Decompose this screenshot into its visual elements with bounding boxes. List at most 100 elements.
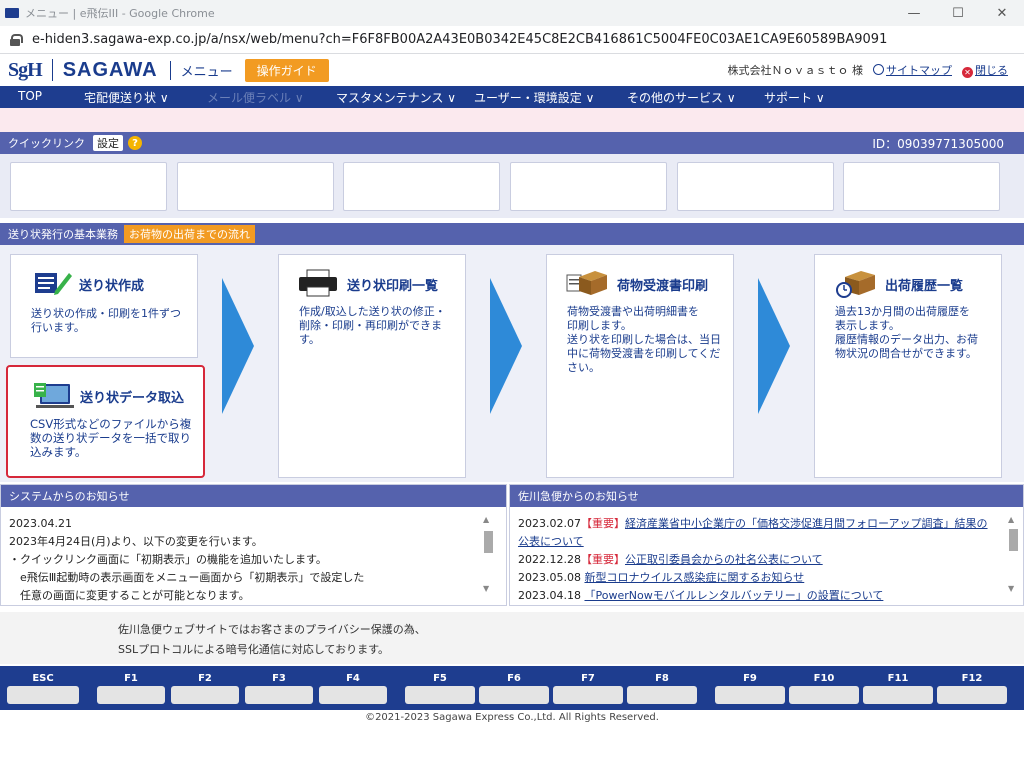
fkey-f2[interactable]: F2 <box>168 666 242 710</box>
document-edit-icon <box>35 273 72 295</box>
fkey-button[interactable] <box>553 686 623 704</box>
notice-item: 2023.02.07【重要】経済産業省中小企業庁の「価格交渉促進月間フォローアッ… <box>518 515 988 551</box>
quicklink-slot[interactable] <box>843 162 1000 211</box>
sagawa-notice-body: 2023.02.07【重要】経済産業省中小企業庁の「価格交渉促進月間フォローアッ… <box>518 515 988 601</box>
fkey-button[interactable] <box>479 686 549 704</box>
nav-support[interactable]: サポート ∨ <box>764 89 825 106</box>
address-bar[interactable]: e-hiden3.sagawa-exp.co.jp/a/nsx/web/menu… <box>0 26 1024 54</box>
privacy-line: SSLプロトコルによる暗号化通信に対応しております。 <box>118 643 390 656</box>
notice-item: 2023.04.18 「PowerNowモバイルレンタルバッテリー」の設置につい… <box>518 587 988 601</box>
main-nav: TOP 宅配便送り状 ∨ メール便ラベル ∨ マスタメンテナンス ∨ ユーザー・… <box>0 86 1024 108</box>
card-print-list[interactable]: 送り状印刷一覧 作成/取込した送り状の修正・ 削除・印刷・再印刷ができま す。 <box>278 254 466 478</box>
quicklink-slot[interactable] <box>343 162 500 211</box>
sitemap-link-wrap[interactable]: サイトマップ <box>873 62 952 78</box>
card-title: 送り状作成 <box>79 279 145 294</box>
fkey-button[interactable] <box>97 686 165 704</box>
quicklink-slot[interactable] <box>177 162 334 211</box>
flow-header: 送り状発行の基本業務 お荷物の出荷までの流れ <box>0 223 1024 245</box>
quicklink-slot[interactable] <box>510 162 667 211</box>
fkey-f4[interactable]: F4 <box>316 666 390 710</box>
notice-line: e飛伝Ⅲ起動時の表示画面をメニュー画面から「初期表示」で設定した <box>9 571 365 584</box>
package-history-icon <box>836 271 875 298</box>
sagawa-notice-scrollbar[interactable]: ▲ ▼ <box>1007 515 1019 593</box>
notice-date: 2023.05.08 <box>518 571 581 584</box>
scroll-thumb[interactable] <box>1009 529 1018 551</box>
function-key-bar: ESC F1 F2 F3 F4 F5 F6 F7 F8 F9 F10 F11 F… <box>0 666 1024 710</box>
card-import-data[interactable]: 送り状データ取込 CSV形式などのファイルから複 数の送り状データを一括で取り … <box>6 365 205 478</box>
notice-item: 2023.05.08 新型コロナウイルス感染症に関するお知らせ <box>518 569 988 587</box>
system-notice-scrollbar[interactable]: ▲ ▼ <box>482 515 494 593</box>
fkey-button[interactable] <box>937 686 1007 704</box>
card-desc: 過去13か月間の出荷履歴を 表示します。 履歴情報のデータ出力、お荷 物状況の問… <box>835 305 978 360</box>
quicklink-slot[interactable] <box>10 162 167 211</box>
printer-icon <box>299 269 337 297</box>
sitemap-link[interactable]: サイトマップ <box>886 64 952 77</box>
fkey-button[interactable] <box>319 686 387 704</box>
fkey-f6[interactable]: F6 <box>476 666 552 710</box>
nav-user-settings[interactable]: ユーザー・環境設定 ∨ <box>474 89 594 106</box>
flow-label: 送り状発行の基本業務 <box>8 228 118 241</box>
fkey-f3[interactable]: F3 <box>242 666 316 710</box>
quicklink-settings-button[interactable]: 設定 <box>93 135 123 151</box>
fkey-f7[interactable]: F7 <box>550 666 626 710</box>
fkey-label: ESC <box>32 673 54 684</box>
fkey-button[interactable] <box>789 686 859 704</box>
nav-takuhaibin[interactable]: 宅配便送り状 ∨ <box>84 89 169 106</box>
fkey-f9[interactable]: F9 <box>712 666 788 710</box>
scroll-down-icon[interactable]: ▼ <box>1008 584 1014 593</box>
nav-other-services[interactable]: その他のサービス ∨ <box>627 89 736 106</box>
notice-link[interactable]: 新型コロナウイルス感染症に関するお知らせ <box>584 571 804 584</box>
nav-top[interactable]: TOP <box>18 89 42 103</box>
fkey-button[interactable] <box>405 686 475 704</box>
fkey-label: F1 <box>124 673 138 684</box>
fkey-f1[interactable]: F1 <box>94 666 168 710</box>
card-desc: 荷物受渡書や出荷明細書を 印刷します。 送り状を印刷した場合は、当日 中に荷物受… <box>567 305 721 374</box>
fkey-button[interactable] <box>171 686 239 704</box>
card-title: 送り状データ取込 <box>80 391 185 406</box>
card-create-waybill[interactable]: 送り状作成 送り状の作成・印刷を1件ずつ 行います。 <box>10 254 198 358</box>
fkey-f11[interactable]: F11 <box>860 666 936 710</box>
minimize-button[interactable]: — <box>892 0 936 26</box>
close-link[interactable]: 閉じる <box>975 64 1008 77</box>
help-icon[interactable]: ? <box>128 136 142 150</box>
scroll-thumb[interactable] <box>484 531 493 553</box>
copyright: ©2021-2023 Sagawa Express Co.,Ltd. All R… <box>365 712 659 723</box>
sagawa-notice-header: 佐川急便からのお知らせ <box>510 485 1023 507</box>
maximize-button[interactable]: ☐ <box>936 0 980 26</box>
card-desc: 作成/取込した送り状の修正・ 削除・印刷・再印刷ができま す。 <box>299 305 446 346</box>
fkey-esc[interactable]: ESC <box>4 666 82 710</box>
fkey-label: F8 <box>655 673 669 684</box>
fkey-label: F6 <box>507 673 521 684</box>
notice-item: 2022.12.28【重要】公正取引委員会からの社名公表について <box>518 551 988 569</box>
fkey-button[interactable] <box>863 686 933 704</box>
info-strip <box>0 108 1024 132</box>
fkey-button[interactable] <box>245 686 313 704</box>
fkey-f12[interactable]: F12 <box>934 666 1010 710</box>
fkey-button[interactable] <box>7 686 79 704</box>
card-title: 荷物受渡書印刷 <box>617 279 709 294</box>
card-shipping-history[interactable]: 出荷履歴一覧 過去13か月間の出荷履歴を 表示します。 履歴情報のデータ出力、お… <box>814 254 1002 478</box>
fkey-f8[interactable]: F8 <box>624 666 700 710</box>
notice-link[interactable]: 「PowerNowモバイルレンタルバッテリー」の設置について <box>584 589 883 601</box>
notice-link[interactable]: 公正取引委員会からの社名公表について <box>625 553 823 566</box>
sgh-logo: SgH <box>8 58 43 81</box>
fkey-button[interactable] <box>627 686 697 704</box>
logo-divider <box>51 59 53 81</box>
shipping-flow-button[interactable]: お荷物の出荷までの流れ <box>124 225 255 243</box>
scroll-up-icon[interactable]: ▲ <box>1008 515 1014 524</box>
fkey-f10[interactable]: F10 <box>786 666 862 710</box>
fkey-f5[interactable]: F5 <box>402 666 478 710</box>
quicklink-label: クイックリンク <box>8 137 85 150</box>
fkey-label: F9 <box>743 673 757 684</box>
operation-guide-button[interactable]: 操作ガイド <box>244 58 329 82</box>
card-title: 出荷履歴一覧 <box>885 279 964 294</box>
scroll-up-icon[interactable]: ▲ <box>483 515 489 524</box>
scroll-down-icon[interactable]: ▼ <box>483 584 489 593</box>
quicklink-slot[interactable] <box>677 162 834 211</box>
nav-master[interactable]: マスタメンテナンス ∨ <box>336 89 456 106</box>
window-close-button[interactable]: ✕ <box>980 0 1024 26</box>
fkey-button[interactable] <box>715 686 785 704</box>
card-title: 送り状印刷一覧 <box>347 279 439 294</box>
card-receipt-print[interactable]: 荷物受渡書印刷 荷物受渡書や出荷明細書を 印刷します。 送り状を印刷した場合は、… <box>546 254 734 478</box>
close-link-wrap[interactable]: ✕ 閉じる <box>962 62 1008 78</box>
